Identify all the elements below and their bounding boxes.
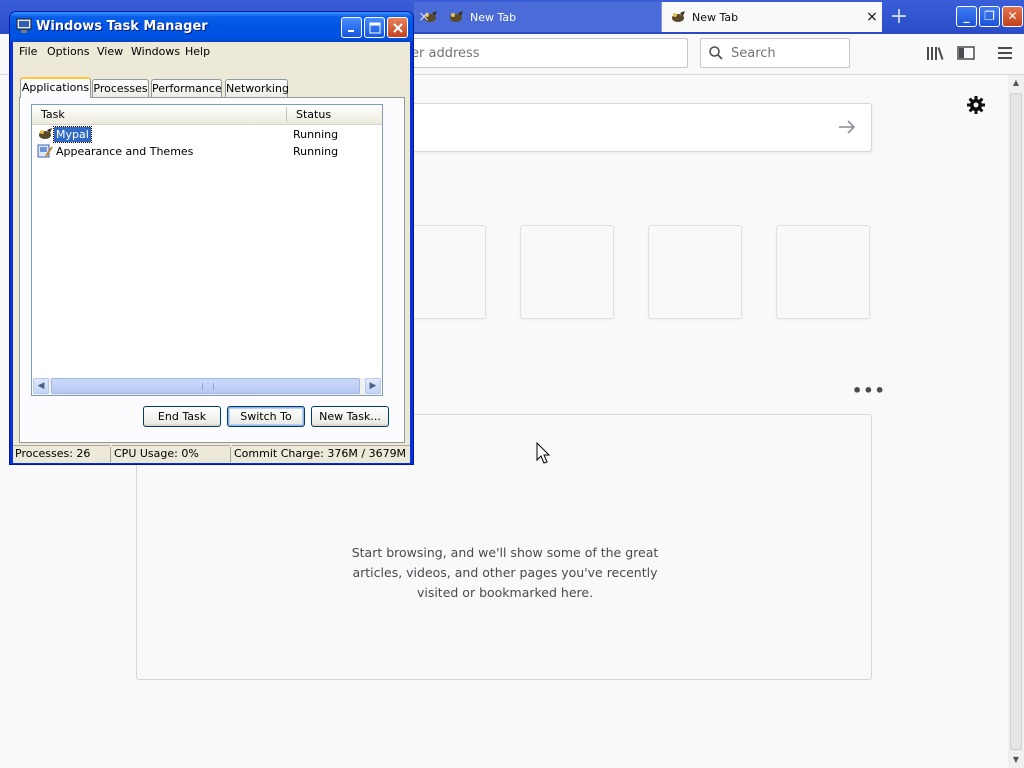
menu-bar: File Options View Windows Help (13, 42, 410, 60)
mypal-icon (37, 126, 53, 142)
arrow-right-icon[interactable] (837, 118, 857, 140)
tab-new-tab-inactive[interactable]: New Tab (440, 2, 662, 32)
maximize-button[interactable] (364, 17, 385, 38)
top-site-tile[interactable] (648, 225, 742, 319)
tab-new-tab-active[interactable]: New Tab × (662, 2, 882, 32)
menu-help[interactable]: Help (185, 45, 210, 58)
close-icon[interactable]: × (414, 9, 434, 25)
status-divider (230, 447, 231, 462)
more-options-icon[interactable]: ••• (852, 381, 886, 400)
column-task[interactable]: Task (41, 108, 65, 121)
top-site-tile[interactable] (520, 225, 614, 319)
status-cpu: CPU Usage: 0% (112, 445, 230, 462)
menu-windows[interactable]: Windows (131, 45, 180, 58)
address-placeholder: er address (411, 45, 480, 61)
status-processes: Processes: 26 (13, 445, 110, 462)
mypal-icon (670, 9, 686, 25)
tab-label: New Tab (470, 10, 517, 24)
new-task-button[interactable]: New Task... (311, 406, 389, 427)
tab-processes[interactable]: Processes (92, 79, 149, 97)
close-button[interactable] (387, 17, 408, 38)
appearance-themes-icon (37, 143, 53, 159)
scroll-right-arrow-icon[interactable]: ▶ (365, 378, 381, 394)
close-window-button[interactable]: ✕ (1002, 6, 1023, 27)
sidebar-icon[interactable] (955, 42, 977, 64)
task-row-mypal[interactable]: Mypal Running (32, 126, 382, 143)
top-site-tile[interactable] (776, 225, 870, 319)
scroll-left-arrow-icon[interactable]: ◀ (33, 378, 49, 394)
tab-label: New Tab (692, 10, 739, 24)
scroll-down-arrow-icon[interactable]: ▼ (1008, 752, 1024, 768)
tab-performance[interactable]: Performance (151, 79, 222, 97)
mypal-icon (448, 9, 464, 25)
horizontal-scrollbar[interactable]: ◀ ▶ (33, 378, 381, 395)
tab-networking[interactable]: Networking (225, 79, 289, 97)
task-manager-icon (16, 18, 32, 34)
end-task-button[interactable]: End Task (143, 406, 221, 427)
minimize-button[interactable] (341, 17, 362, 38)
menu-file[interactable]: File (19, 45, 37, 58)
hamburger-menu-icon[interactable] (994, 42, 1016, 64)
task-row-appearance-themes[interactable]: Appearance and Themes Running (32, 143, 382, 160)
status-divider (110, 447, 111, 462)
minimize-window-button[interactable]: _ (956, 6, 977, 27)
scrollbar-thumb[interactable] (1010, 93, 1022, 750)
highlights-empty-message: Start browsing, and we'll show some of t… (351, 545, 659, 600)
new-tab-plus-icon[interactable]: + (886, 4, 912, 30)
menu-view[interactable]: View (97, 45, 123, 58)
task-manager-window: Windows Task Manager File Options View W… (9, 11, 414, 465)
search-icon (701, 46, 731, 60)
task-status: Running (293, 128, 339, 141)
gear-icon[interactable] (966, 95, 988, 117)
tab-close-prev[interactable]: × (414, 2, 434, 32)
library-icon[interactable] (924, 42, 946, 64)
search-placeholder: Search (731, 45, 776, 61)
window-title: Windows Task Manager (36, 19, 208, 34)
page-scrollbar[interactable]: ▲ ▼ (1008, 75, 1024, 768)
task-status: Running (293, 145, 339, 158)
status-bar: Processes: 26 CPU Usage: 0% Commit Charg… (13, 445, 410, 463)
restore-window-button[interactable]: ❐ (979, 6, 1000, 27)
switch-to-button[interactable]: Switch To (227, 406, 305, 427)
list-header: Task Status (32, 105, 382, 125)
task-list[interactable]: Task Status Mypal Running Appearance and… (31, 104, 383, 396)
task-manager-body: File Options View Windows Help Applicati… (13, 42, 410, 463)
menu-options[interactable]: Options (47, 45, 89, 58)
scroll-up-arrow-icon[interactable]: ▲ (1008, 75, 1024, 91)
task-manager-titlebar[interactable]: Windows Task Manager (10, 12, 413, 42)
close-tab-icon[interactable]: × (862, 9, 882, 25)
column-divider[interactable] (286, 107, 287, 122)
task-name: Mypal (53, 126, 92, 143)
task-name: Appearance and Themes (56, 145, 194, 158)
mouse-cursor-icon (536, 441, 552, 466)
status-commit: Commit Charge: 376M / 3679M (232, 445, 410, 462)
column-status[interactable]: Status (296, 108, 331, 121)
tab-applications[interactable]: Applications (20, 77, 91, 98)
scrollbar-thumb[interactable] (51, 378, 360, 394)
search-box[interactable]: Search (700, 38, 850, 68)
